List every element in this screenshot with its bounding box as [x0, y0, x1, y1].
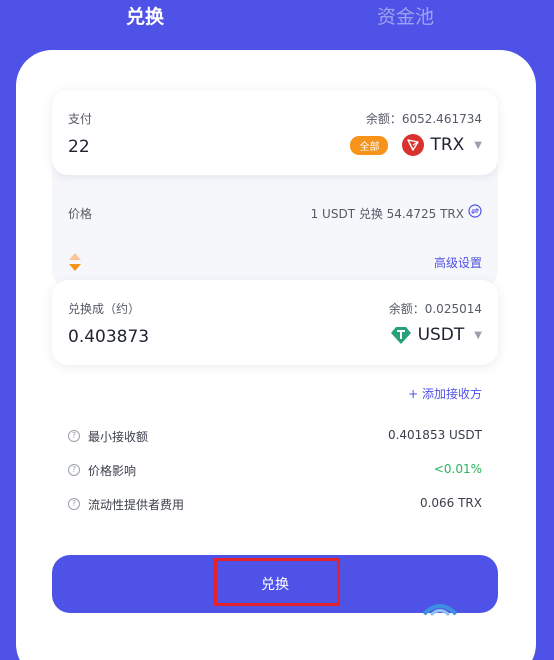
info-value: 0.401853 USDT — [387, 428, 482, 442]
receive-amount: 0.403873 — [68, 327, 150, 347]
tether-icon — [390, 324, 412, 346]
info-row-lp-fee: ? 流动性提供者费用 0.066 TRX — [68, 496, 482, 516]
pay-token-selector[interactable]: 全部 TRX ▼ — [350, 134, 482, 156]
price-label: 价格 — [68, 207, 93, 221]
advanced-settings-link[interactable]: 高级设置 — [434, 254, 482, 271]
info-key: 价格影响 — [88, 464, 137, 478]
info-value: 0.066 TRX — [419, 496, 482, 510]
tron-icon — [402, 134, 425, 156]
info-row-price-impact: ? 价格影响 <0.01% — [68, 462, 482, 482]
pay-box: 支付 余额：6052.461734 22 全部 TRX ▼ — [52, 90, 498, 175]
swap-direction-icon[interactable] — [68, 252, 82, 272]
pay-amount-input[interactable]: 22 — [68, 137, 90, 157]
receive-label: 兑换成（约） — [68, 302, 141, 316]
receive-token-selector[interactable]: USDT ▼ — [390, 324, 482, 346]
swap-card: 支付 余额：6052.461734 22 全部 TRX ▼ 价格 1 USDT … — [16, 50, 536, 660]
question-icon[interactable]: ? — [68, 430, 80, 442]
receive-token-name: USDT — [417, 325, 465, 345]
price-value: 1 USDT 兑换 54.4725 TRX — [310, 207, 464, 221]
pay-label: 支付 — [68, 112, 93, 126]
info-value: <0.01% — [433, 462, 482, 476]
watermark-logo-icon — [421, 600, 459, 618]
info-key: 最小接收额 — [88, 430, 149, 444]
question-icon[interactable]: ? — [68, 464, 80, 476]
highlight-box — [214, 558, 340, 606]
pay-balance: 余额：6052.461734 — [365, 112, 482, 126]
max-all-button[interactable]: 全部 — [350, 135, 389, 155]
top-tabs: 兑换 资金池 — [0, 0, 554, 40]
info-key: 流动性提供者费用 — [88, 498, 185, 512]
tab-exchange[interactable]: 兑换 — [126, 2, 164, 29]
pay-token-name: TRX — [430, 135, 465, 155]
tab-liquidity-pool[interactable]: 资金池 — [377, 2, 434, 29]
refresh-icon[interactable] — [468, 203, 482, 222]
question-icon[interactable]: ? — [68, 498, 80, 510]
price-row: 价格 1 USDT 兑换 54.4725 TRX — [52, 190, 498, 230]
chevron-down-icon: ▼ — [474, 139, 482, 151]
receive-box: 兑换成（约） 余额：0.025014 0.403873 USDT ▼ — [52, 280, 498, 365]
add-recipient-link[interactable]: + 添加接收方 — [408, 385, 482, 402]
receive-balance: 余额：0.025014 — [388, 302, 482, 316]
chevron-down-icon: ▼ — [474, 329, 482, 341]
info-row-min-received: ? 最小接收额 0.401853 USDT — [68, 428, 482, 448]
